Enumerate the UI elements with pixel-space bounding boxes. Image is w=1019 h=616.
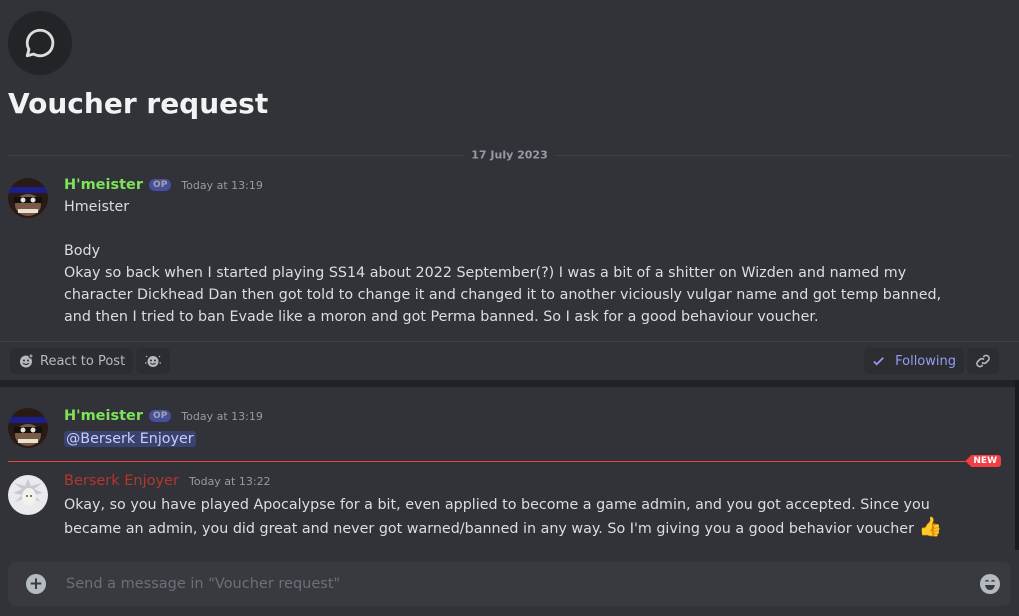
message-timestamp[interactable]: Today at 13:19 xyxy=(181,179,263,192)
super-reaction-icon xyxy=(145,355,161,367)
new-messages-divider xyxy=(8,461,1001,462)
message-author[interactable]: H'meister xyxy=(64,408,143,424)
checkmark-icon xyxy=(873,357,884,366)
message-composer: + xyxy=(8,562,1011,606)
message-1: H'meister OP Today at 13:19 Hmeister Bod… xyxy=(0,175,1019,335)
message-line: Body xyxy=(64,243,101,259)
message-content: Hmeister Body Okay so back when I starte… xyxy=(64,196,949,328)
scrollbar[interactable] xyxy=(1015,380,1019,550)
new-badge: NEW xyxy=(965,455,1001,467)
message-line: Okay so back when I started playing SS14… xyxy=(64,265,942,325)
react-to-post-label: React to Post xyxy=(40,353,126,369)
link-icon xyxy=(976,354,990,368)
react-to-post-button[interactable]: React to Post xyxy=(10,348,134,374)
following-label: Following xyxy=(895,353,956,369)
user-mention[interactable]: @Berserk Enjoyer xyxy=(64,431,196,447)
date-divider: 17 July 2023 xyxy=(8,148,1011,162)
add-attachment-button[interactable]: + xyxy=(26,574,46,594)
message-content: @Berserk Enjoyer xyxy=(64,428,949,450)
message-line: Hmeister xyxy=(64,199,130,215)
following-button[interactable]: Following xyxy=(864,348,964,374)
message-input[interactable] xyxy=(64,575,979,593)
avatar[interactable] xyxy=(8,475,48,515)
thread-title: Voucher request xyxy=(8,87,269,120)
thread-icon xyxy=(8,11,72,75)
message-line xyxy=(64,218,949,240)
message-author[interactable]: Berserk Enjoyer xyxy=(64,473,179,489)
super-reaction-button[interactable] xyxy=(136,348,170,374)
message-author[interactable]: H'meister xyxy=(64,177,143,193)
message-3: Berserk Enjoyer Today at 13:22 Okay, so … xyxy=(0,473,1019,543)
thumbs-up-emoji: 👍 xyxy=(918,516,943,538)
message-text: Okay, so you have played Apocalypse for … xyxy=(64,497,930,537)
add-reaction-icon xyxy=(20,353,34,368)
copy-link-button[interactable] xyxy=(967,348,999,374)
section-divider xyxy=(0,380,1019,387)
message-content: Okay, so you have played Apocalypse for … xyxy=(64,494,949,540)
emoji-picker-icon[interactable] xyxy=(979,573,1001,595)
post-actions-bar: React to Post Following xyxy=(0,341,1019,382)
plus-icon: + xyxy=(28,574,44,594)
avatar[interactable] xyxy=(8,178,48,218)
message-timestamp[interactable]: Today at 13:22 xyxy=(189,475,271,488)
message-2: H'meister OP Today at 13:19 @Berserk Enj… xyxy=(0,408,1019,458)
date-divider-label: 17 July 2023 xyxy=(463,148,556,162)
avatar[interactable] xyxy=(8,408,48,448)
op-badge: OP xyxy=(149,410,172,422)
message-timestamp[interactable]: Today at 13:19 xyxy=(181,410,263,423)
op-badge: OP xyxy=(149,179,172,191)
